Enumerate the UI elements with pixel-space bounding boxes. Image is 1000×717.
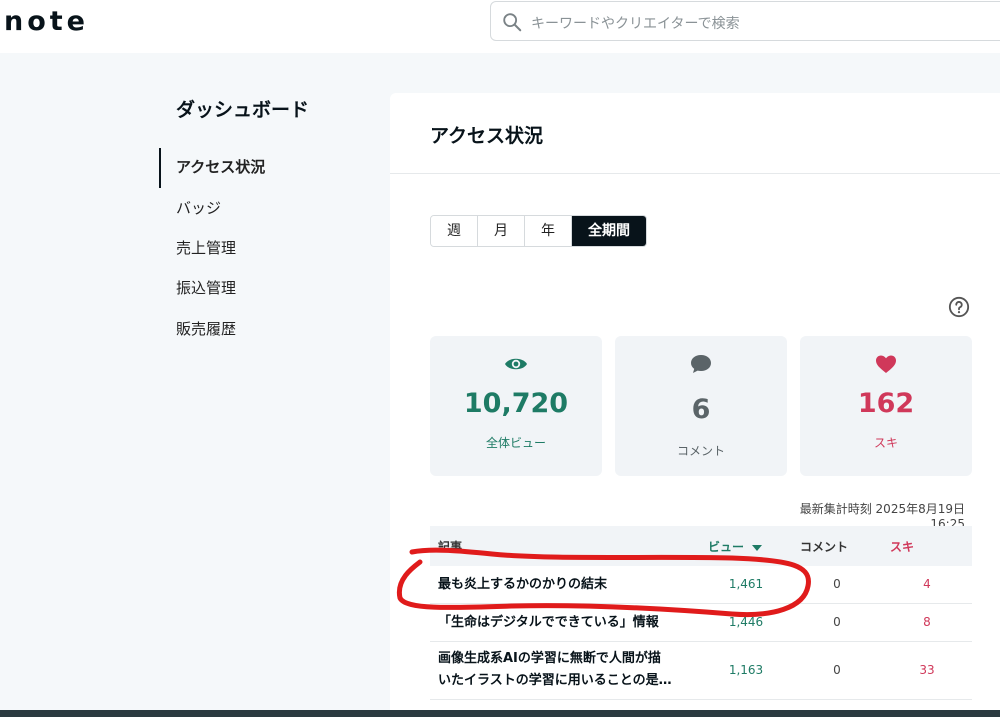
article-likes: 33 (919, 663, 935, 677)
title-divider (390, 173, 1000, 174)
col-views-label: ビュー (708, 540, 745, 554)
table-header: 記事 ビュー コメント スキ (430, 526, 972, 566)
col-article: 記事 (438, 540, 463, 554)
heart-icon (876, 355, 896, 373)
article-title[interactable]: 最も炎上するかのかりの結末 (438, 574, 607, 596)
article-title-line: 画像生成系AIの学習に無断で人間が描 (438, 651, 661, 666)
article-views: 1,446 (728, 615, 764, 629)
sidebar-item-badge[interactable]: バッジ (176, 197, 221, 218)
eye-icon (505, 358, 527, 370)
article-views: 1,163 (728, 663, 764, 677)
likes-card: 162 スキ (800, 336, 972, 476)
tab-week[interactable]: 週 (431, 216, 478, 246)
views-count: 10,720 (463, 388, 569, 419)
main-panel: アクセス状況 週 月 年 全期間 10,720 全体ビュー 6 コメント 162… (390, 93, 1000, 717)
col-comments[interactable]: コメント (800, 538, 848, 555)
article-views: 1,461 (728, 577, 764, 591)
period-tabs: 週 月 年 全期間 (430, 215, 647, 247)
sidebar-item-access[interactable]: アクセス状況 (176, 156, 265, 177)
comments-count: 6 (691, 394, 711, 425)
article-comments: 0 (833, 663, 841, 677)
help-icon[interactable] (948, 296, 970, 318)
search-box[interactable]: キーワードやクリエイターで検索 (490, 1, 1000, 41)
table-row[interactable]: 最も炎上するかのかりの結末 1,461 0 4 (430, 566, 972, 604)
comments-label: コメント (676, 444, 725, 458)
search-icon (503, 13, 522, 32)
sidebar-item-transfer[interactable]: 振込管理 (176, 277, 236, 298)
likes-label: スキ (873, 436, 898, 450)
sort-down-icon (752, 544, 763, 551)
article-comments: 0 (833, 577, 841, 591)
views-card: 10,720 全体ビュー (430, 336, 602, 476)
tab-year[interactable]: 年 (525, 216, 572, 246)
article-likes: 8 (923, 615, 931, 629)
comments-card: 6 コメント (615, 336, 787, 476)
note-logo[interactable]: note (4, 6, 89, 37)
tab-all-time[interactable]: 全期間 (572, 216, 646, 246)
search-input[interactable]: キーワードやクリエイターで検索 (531, 13, 740, 33)
sidebar-active-indicator (159, 148, 161, 188)
top-header: note キーワードやクリエイターで検索 (0, 0, 1000, 53)
col-likes[interactable]: スキ (890, 538, 914, 555)
comment-bubble-icon (691, 355, 711, 373)
article-title[interactable]: 画像生成系AIの学習に無断で人間が描 いたイラストの学習に用いることの是… (438, 648, 672, 692)
article-likes: 4 (923, 577, 931, 591)
page-title: アクセス状況 (430, 125, 544, 147)
likes-count: 162 (857, 388, 915, 419)
article-comments: 0 (833, 615, 841, 629)
table-row[interactable]: 画像生成系AIの学習に無断で人間が描 いたイラストの学習に用いることの是… 1,… (430, 642, 972, 700)
article-title[interactable]: 「生命はデジタルでできている」情報 (438, 612, 659, 634)
sidebar-item-history[interactable]: 販売履歴 (176, 318, 236, 339)
article-title-line: いたイラストの学習に用いることの是… (438, 673, 672, 688)
taskbar-strip (0, 710, 1000, 717)
sidebar-item-sales[interactable]: 売上管理 (176, 237, 236, 258)
table-row[interactable]: 「生命はデジタルでできている」情報 1,446 0 8 (430, 604, 972, 642)
col-views[interactable]: ビュー (708, 538, 763, 555)
sidebar-title: ダッシュボード (176, 99, 310, 121)
views-label: 全体ビュー (485, 436, 546, 450)
tab-month[interactable]: 月 (478, 216, 525, 246)
